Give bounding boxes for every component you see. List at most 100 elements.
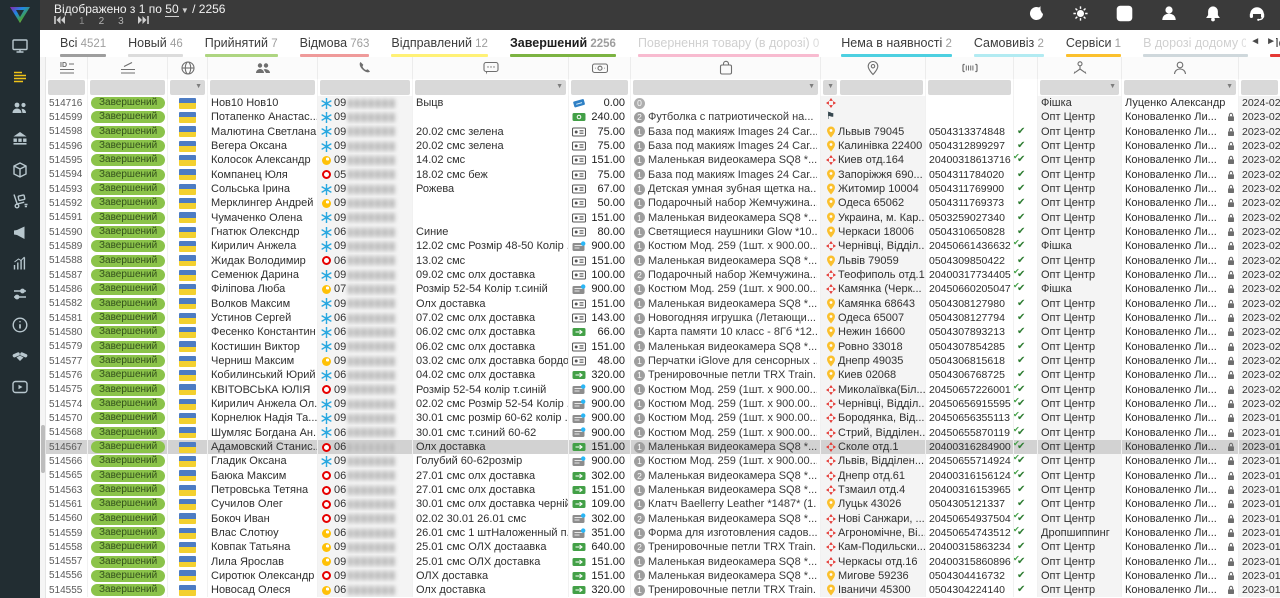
tab-прийнятий[interactable]: Прийнятий 7 — [205, 30, 278, 57]
video-tutorials-icon[interactable] — [0, 371, 40, 402]
tab-самовивіз[interactable]: Самовивіз 2 — [974, 30, 1044, 57]
date-column-icon[interactable] — [1239, 57, 1280, 79]
table-row[interactable]: 514592 Завершений Мерклингер Андрей 09 5… — [46, 196, 1280, 210]
tab-новый[interactable]: Новый 46 — [128, 30, 183, 57]
table-row[interactable]: 514561 Завершений Сучилов Олег 06 30.01 … — [46, 497, 1280, 511]
table-row[interactable]: 514591 Завершений Чумаченко Олена 09 151… — [46, 211, 1280, 225]
table-row[interactable]: 514575 Завершений КВІТОВСЬКА ЮЛІЯ 09 Роз… — [46, 383, 1280, 397]
filter-input[interactable]: ▼ — [1040, 80, 1119, 95]
structure-icon[interactable] — [0, 123, 40, 154]
city-filter-input[interactable] — [840, 80, 923, 95]
comment-column-icon[interactable] — [413, 57, 569, 79]
support-icon[interactable] — [1248, 4, 1266, 22]
filter-input[interactable] — [48, 80, 85, 95]
notifications-icon[interactable] — [1205, 5, 1221, 22]
tracking-column-icon[interactable] — [926, 57, 1014, 79]
table-row[interactable]: 514574 Завершений Кирилич Анжела Ол... 0… — [46, 397, 1280, 411]
table-row[interactable]: 514555 Завершений Новосад Олеся 06 Олх д… — [46, 583, 1280, 597]
last-page-icon[interactable] — [138, 16, 149, 27]
table-row[interactable]: 514565 Завершений Баюка Максим 06 27.01 … — [46, 469, 1280, 483]
table-row[interactable]: 514568 Завершений Шумляс Богдана Ан... 0… — [46, 426, 1280, 440]
table-row[interactable]: 514556 Завершений Сиротюк Олександр 09 О… — [46, 569, 1280, 583]
tab-всі[interactable]: Всі 4521 — [60, 30, 106, 57]
table-row[interactable]: 514593 Завершений Сольська Ірина 09 Роже… — [46, 182, 1280, 196]
orders-list-icon[interactable] — [0, 61, 40, 92]
filter-input[interactable] — [210, 80, 315, 95]
products-icon[interactable] — [0, 154, 40, 185]
fulfillment-column-icon[interactable] — [1038, 57, 1122, 79]
table-row[interactable]: 514598 Завершений Малютина Светлана 09 2… — [46, 125, 1280, 139]
country-column-icon[interactable] — [168, 57, 208, 79]
tabs-scroll-left-icon[interactable]: ◄ — [1250, 36, 1260, 47]
table-row[interactable]: 514563 Завершений Петровська Тетяна 06 2… — [46, 483, 1280, 497]
tab-повернення-товару-в-дорозі-[interactable]: Повернення товару (в дорозі) 0 — [638, 30, 819, 57]
app-logo-icon[interactable] — [0, 0, 40, 30]
table-row[interactable]: 514582 Завершений Волков Максим 09 Олх д… — [46, 297, 1280, 311]
tab-нема-в-наявності[interactable]: Нема в наявності 2 — [841, 30, 952, 57]
tab-в-дорозі-додому[interactable]: В дорозі додому 0 — [1143, 30, 1248, 57]
table-row[interactable]: 514581 Завершений Устинов Сергей 06 07.0… — [46, 311, 1280, 325]
tab-відмова[interactable]: Відмова 763 — [300, 30, 370, 57]
customers-icon[interactable] — [0, 92, 40, 123]
product-column-icon[interactable] — [631, 57, 821, 79]
first-page-icon[interactable] — [54, 16, 65, 27]
filter-input[interactable]: ▼ — [170, 80, 205, 95]
filter-input[interactable] — [90, 80, 165, 95]
scrollbar-thumb[interactable] — [41, 425, 45, 473]
settings-sliders-icon[interactable] — [0, 278, 40, 309]
table-row[interactable]: 514586 Завершений Філіпова Люба 07 Розмі… — [46, 282, 1280, 296]
filter-input[interactable] — [571, 80, 628, 95]
status-column-icon[interactable] — [88, 57, 168, 79]
marketing-icon[interactable] — [0, 216, 40, 247]
customer-column-icon[interactable] — [208, 57, 318, 79]
table-row[interactable]: 514579 Завершений Костишин Виктор 09 06.… — [46, 340, 1280, 354]
dashboard-icon[interactable] — [0, 30, 40, 61]
table-row[interactable]: 514580 Завершений Фесенко Константин 06 … — [46, 325, 1280, 339]
user-column-icon[interactable] — [1122, 57, 1239, 79]
payment-column-icon[interactable] — [569, 57, 631, 79]
delivery-icon-filter[interactable]: ▼ — [823, 80, 837, 95]
tabs-scroll-right-icon[interactable]: ► — [1266, 36, 1276, 47]
purchases-icon[interactable] — [0, 185, 40, 216]
filter-input[interactable] — [1241, 80, 1278, 95]
table-row[interactable]: 514560 Завершений Бокоч Иван 09 02.02 30… — [46, 512, 1280, 526]
statistics-icon[interactable] — [0, 247, 40, 278]
tab-сервіси[interactable]: Сервіси 1 — [1066, 30, 1121, 57]
table-row[interactable]: 514577 Завершений Черниш Максим 09 03.02… — [46, 354, 1280, 368]
phone-column-icon[interactable] — [318, 57, 413, 79]
table-row[interactable]: 514595 Завершений Колосок Александр 09 1… — [46, 153, 1280, 167]
tab-відправлений[interactable]: Відправлений 12 — [391, 30, 488, 57]
table-row[interactable]: 514558 Завершений Ковпак Татьяна 09 25.0… — [46, 540, 1280, 554]
page-size-dropdown[interactable]: 50 — [165, 2, 178, 17]
settings-icon[interactable] — [1072, 5, 1089, 22]
refresh-icon[interactable] — [1028, 5, 1045, 22]
filter-input[interactable] — [320, 80, 410, 95]
account-icon[interactable] — [1160, 4, 1178, 22]
page-number[interactable]: 3 — [118, 16, 124, 27]
table-row[interactable]: 514596 Завершений Вегера Оксана 09 20.02… — [46, 139, 1280, 153]
id-column-icon[interactable]: ID — [46, 57, 88, 79]
table-row[interactable]: 514576 Завершений Кобилинський Юрий 06 0… — [46, 368, 1280, 382]
table-row[interactable]: 514599 Завершений Потапенко Анастас... 0… — [46, 110, 1280, 124]
partners-icon[interactable] — [0, 340, 40, 371]
table-row[interactable]: 514589 Завершений Кирилич Анжела 09 12.0… — [46, 239, 1280, 253]
table-row[interactable]: 514594 Завершений Компанец Юля 05 18.02 … — [46, 168, 1280, 182]
table-row[interactable]: 514557 Завершений Лила Ярослав 09 25.01 … — [46, 555, 1280, 569]
table-row[interactable]: 514716 Завершений Нов10 Нов10 09 Выцв 0.… — [46, 96, 1280, 110]
table-row[interactable]: 514588 Завершений Жидак Володимир 06 13.… — [46, 254, 1280, 268]
check-column-icon[interactable] — [1014, 57, 1038, 79]
page-number[interactable]: 1 — [79, 16, 85, 27]
filter-input[interactable]: ▼ — [633, 80, 818, 95]
delivery-column-icon[interactable] — [821, 57, 926, 79]
tab-завершений[interactable]: Завершений 2256 — [510, 30, 616, 57]
filter-input[interactable] — [928, 80, 1011, 95]
add-order-icon[interactable] — [1116, 5, 1133, 22]
page-number[interactable]: 2 — [99, 16, 105, 27]
table-row[interactable]: 514567 Завершений Адамовский Станис... 0… — [46, 440, 1280, 454]
table-row[interactable]: 514590 Завершений Гнатюк Олексндр 06 Син… — [46, 225, 1280, 239]
filter-input[interactable]: ▼ — [415, 80, 566, 95]
info-icon[interactable] — [0, 309, 40, 340]
filter-input[interactable]: ▼ — [1124, 80, 1236, 95]
table-row[interactable]: 514570 Завершений Корнелюк Надія Та... 0… — [46, 411, 1280, 425]
table-row[interactable]: 514559 Завершений Влас Слотюу 06 26.01 с… — [46, 526, 1280, 540]
